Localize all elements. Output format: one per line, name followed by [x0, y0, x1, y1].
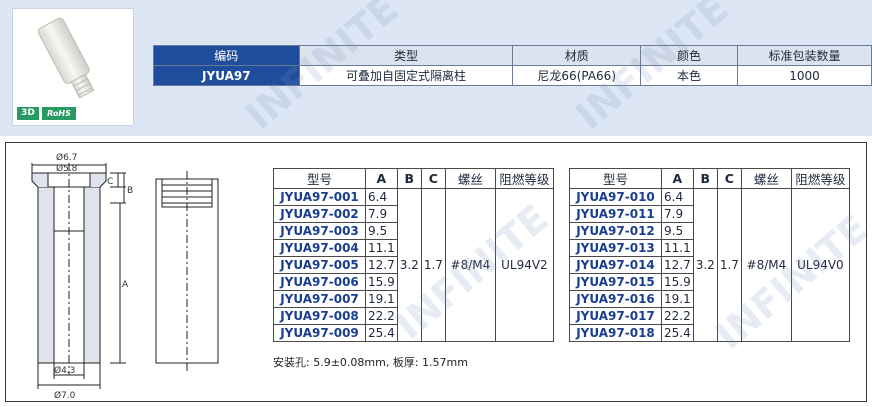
info-header-color: 颜色	[640, 45, 738, 66]
spec-model-cell: JYUA97-001	[273, 188, 366, 206]
spec-left-header-screw: 螺丝	[444, 168, 496, 189]
3d-badge: 3D	[17, 107, 39, 120]
spec-b-cell: 3.2	[396, 188, 422, 342]
spec-a-cell: 12.7	[365, 256, 398, 274]
spec-a-cell: 7.9	[365, 205, 398, 223]
info-header-type: 类型	[298, 45, 514, 66]
spec-model-cell: JYUA97-017	[569, 307, 662, 325]
spec-left-header-row: 型号 A B C 螺丝 阻燃等级	[273, 168, 554, 189]
spec-a-cell: 11.1	[365, 239, 398, 257]
info-type-value: 可叠加自固定式隔离柱	[298, 65, 514, 86]
installation-note: 安装孔: 5.9±0.08mm, 板厚: 1.57mm	[273, 356, 468, 369]
spec-model-cell: JYUA97-006	[273, 273, 366, 291]
spec-model-cell: JYUA97-014	[569, 256, 662, 274]
spec-model-cell: JYUA97-016	[569, 290, 662, 308]
spec-a-cell: 19.1	[661, 290, 694, 308]
spec-a-cell: 15.9	[661, 273, 694, 291]
dim-top-outer-label: Ø6.7	[56, 152, 77, 163]
spec-c-cell: 1.7	[716, 188, 742, 342]
spec-screw-cell: #8/M4	[444, 188, 496, 342]
spec-table-left: 型号 A B C 螺丝 阻燃等级 JYUA97-001 6.4 3.2 1.7 #8/M…	[273, 168, 554, 342]
spec-a-cell: 15.9	[365, 273, 398, 291]
spec-left-header-a: A	[365, 168, 398, 189]
spec-a-cell: 6.4	[365, 188, 398, 206]
spec-flame-cell: UL94V2	[494, 188, 554, 342]
spec-left-header-flame: 阻燃等级	[494, 168, 554, 189]
info-package-qty-value: 1000	[736, 65, 872, 86]
spec-a-cell: 12.7	[661, 256, 694, 274]
spec-model-cell: JYUA97-002	[273, 205, 366, 223]
spec-model-cell: JYUA97-003	[273, 222, 366, 240]
spec-flame-cell: UL94V0	[790, 188, 850, 342]
spec-left-header-c: C	[420, 168, 446, 189]
spec-a-cell: 9.5	[661, 222, 694, 240]
spec-right-header-screw: 螺丝	[740, 168, 792, 189]
info-code-value: JYUA97	[153, 65, 300, 86]
spec-left-row: JYUA97-001 6.4 3.2 1.7 #8/M4 UL94V2	[273, 188, 554, 342]
spec-b-cell: 3.2	[692, 188, 718, 342]
spec-model-cell: JYUA97-009	[273, 324, 366, 342]
spec-right-row: JYUA97-010 6.4 3.2 1.7 #8/M4 UL94V0	[569, 188, 850, 342]
spec-model-cell: JYUA97-005	[273, 256, 366, 274]
info-header-row: 编码 类型 材质 颜色 标准包装数量	[153, 45, 872, 66]
product-info-table: 编码 类型 材质 颜色 标准包装数量 JYUA97 可叠加自固定式隔离柱 尼龙6…	[153, 45, 872, 86]
spec-a-cell: 25.4	[365, 324, 398, 342]
spec-a-cell: 6.4	[661, 188, 694, 206]
spec-screw-cell: #8/M4	[740, 188, 792, 342]
spec-model-cell: JYUA97-007	[273, 290, 366, 308]
spec-c-cell: 1.7	[420, 188, 446, 342]
spec-model-cell: JYUA97-004	[273, 239, 366, 257]
info-material-value: 尼龙66(PA66)	[512, 65, 642, 86]
info-header-material: 材质	[512, 45, 642, 66]
spec-model-cell: JYUA97-010	[569, 188, 662, 206]
specification-panel: Ø6.7 Ø5.8 C B A Ø4.3 Ø7.0 型号 A B C 螺丝 阻燃…	[5, 142, 867, 402]
spec-a-cell: 22.2	[661, 307, 694, 325]
spec-right-header-flame: 阻燃等级	[790, 168, 850, 189]
spec-a-cell: 7.9	[661, 205, 694, 223]
dim-bottom-inner-label: Ø4.3	[54, 365, 75, 376]
product-photo: 3D RoHS	[12, 8, 134, 126]
spec-model-cell: JYUA97-015	[569, 273, 662, 291]
dim-bottom-outer-label: Ø7.0	[54, 390, 76, 401]
info-header-package-qty: 标准包装数量	[736, 45, 872, 66]
spec-model-cell: JYUA97-008	[273, 307, 366, 325]
spec-a-cell: 11.1	[661, 239, 694, 257]
spec-right-header-row: 型号 A B C 螺丝 阻燃等级	[569, 168, 850, 189]
spec-right-header-b: B	[692, 168, 718, 189]
dim-a-label: A	[122, 280, 129, 290]
spec-model-cell: JYUA97-012	[569, 222, 662, 240]
spec-a-cell: 9.5	[365, 222, 398, 240]
spec-model-cell: JYUA97-011	[569, 205, 662, 223]
dim-c-label: C	[107, 177, 113, 187]
spec-right-header-model: 型号	[569, 168, 662, 189]
spec-a-cell: 25.4	[661, 324, 694, 342]
spec-table-right: 型号 A B C 螺丝 阻燃等级 JYUA97-010 6.4 3.2 1.7 #8/M…	[569, 168, 850, 342]
technical-drawing: Ø6.7 Ø5.8 C B A Ø4.3 Ø7.0	[31, 152, 219, 401]
dim-b-label: B	[127, 186, 133, 196]
spec-model-cell: JYUA97-013	[569, 239, 662, 257]
spec-right-header-a: A	[661, 168, 694, 189]
dim-top-inner-label: Ø5.8	[56, 163, 78, 174]
spec-a-cell: 19.1	[365, 290, 398, 308]
info-color-value: 本色	[640, 65, 738, 86]
spec-model-cell: JYUA97-018	[569, 324, 662, 342]
spec-right-header-c: C	[716, 168, 742, 189]
info-data-row: JYUA97 可叠加自固定式隔离柱 尼龙66(PA66) 本色 1000	[153, 65, 872, 86]
spec-left-header-b: B	[396, 168, 422, 189]
info-header-code: 编码	[153, 45, 300, 66]
spec-a-cell: 22.2	[365, 307, 398, 325]
spec-left-header-model: 型号	[273, 168, 366, 189]
rohs-badge: RoHS	[42, 107, 76, 120]
